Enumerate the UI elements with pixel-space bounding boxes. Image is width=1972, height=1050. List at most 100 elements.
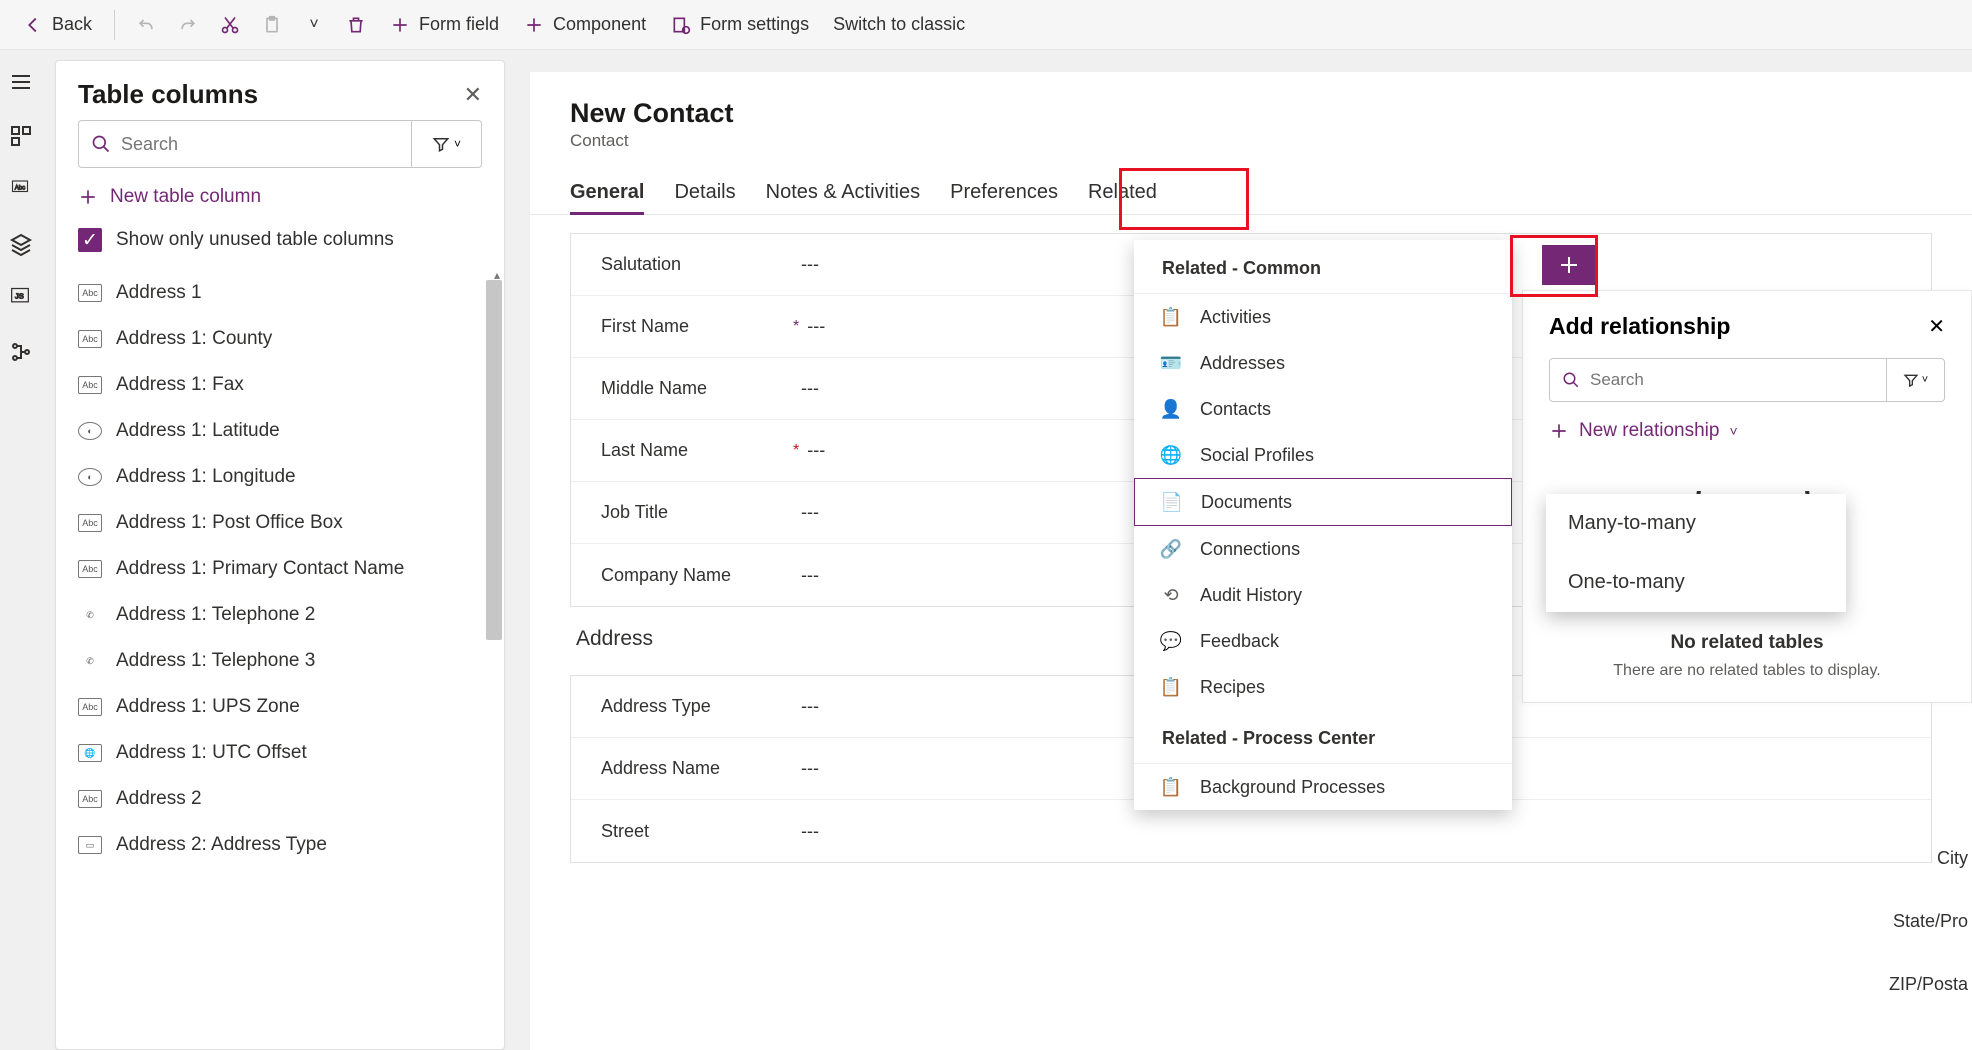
table-column-item[interactable]: AbcAddress 2 <box>56 776 504 822</box>
column-item-label: Address 1 <box>116 282 202 304</box>
redo-icon[interactable] <box>177 14 199 36</box>
new-table-column-button[interactable]: New table column <box>56 168 504 218</box>
column-item-label: Address 2 <box>116 788 202 810</box>
search-icon <box>1562 371 1580 389</box>
field-label: Address Name <box>601 758 801 779</box>
form-field-button[interactable]: Form field <box>377 8 511 42</box>
new-relationship-button[interactable]: New relationship ˅ <box>1549 420 1945 442</box>
text-field-icon[interactable]: Abc <box>9 178 33 202</box>
menu-item-label: Background Processes <box>1200 777 1385 798</box>
form-field-label: Form field <box>419 14 499 35</box>
table-column-item[interactable]: AbcAddress 1: Primary Contact Name <box>56 546 504 592</box>
table-column-item[interactable]: AbcAddress 1: Fax <box>56 362 504 408</box>
related-menu-item[interactable]: 📋Recipes <box>1134 664 1512 710</box>
related-menu-item[interactable]: ⟲Audit History <box>1134 572 1512 618</box>
related-menu-item[interactable]: 🔗Connections <box>1134 526 1512 572</box>
switch-classic-button[interactable]: Switch to classic <box>821 8 977 41</box>
new-table-column-label: New table column <box>110 186 261 208</box>
undo-icon[interactable] <box>135 14 157 36</box>
component-button[interactable]: Component <box>511 8 658 42</box>
related-menu-item[interactable]: 👤Contacts <box>1134 386 1512 432</box>
related-menu-item[interactable]: 🌐 Social Profiles <box>1134 432 1512 478</box>
table-columns-panel: Table columns ✕ ˅ New table column ✓ Sho… <box>55 60 505 1050</box>
table-column-item[interactable]: 🌐Address 1: UTC Offset <box>56 730 504 776</box>
left-rail: Abc JS <box>0 50 42 1050</box>
back-label: Back <box>52 14 92 35</box>
tab-general[interactable]: General <box>570 181 644 214</box>
table-column-item[interactable]: AbcAddress 1: Post Office Box <box>56 500 504 546</box>
field-value: --- <box>801 565 819 586</box>
table-filter-button[interactable]: ˅ <box>412 120 482 168</box>
close-icon[interactable]: ✕ <box>1928 314 1945 339</box>
table-search-input[interactable] <box>78 120 412 168</box>
layers-icon[interactable] <box>9 232 33 256</box>
table-column-item[interactable]: AbcAddress 1: County <box>56 316 504 362</box>
table-search-field[interactable] <box>121 134 399 155</box>
table-column-item[interactable]: ◐Address 1: Longitude <box>56 454 504 500</box>
column-item-label: Address 1: Telephone 2 <box>116 604 315 626</box>
menu-item-label: Feedback <box>1200 631 1279 652</box>
table-column-item[interactable]: ✆Address 1: Telephone 2 <box>56 592 504 638</box>
relationship-filter-button[interactable]: ˅ <box>1887 358 1945 402</box>
js-icon[interactable]: JS <box>9 286 33 310</box>
field-label: Middle Name <box>601 378 801 399</box>
table-column-item[interactable]: ▭Address 2: Address Type <box>56 822 504 868</box>
menu-item-label: Social Profiles <box>1200 445 1314 466</box>
related-menu-item[interactable]: 📋Background Processes <box>1134 764 1512 810</box>
filter-icon <box>432 135 450 153</box>
field-label-city: City <box>1889 848 1968 869</box>
close-icon[interactable]: ✕ <box>464 82 482 108</box>
chevron-down-icon[interactable]: ˅ <box>303 14 325 36</box>
field-value: --- <box>807 316 825 337</box>
relationship-type-option[interactable]: One-to-many <box>1546 553 1846 612</box>
menu-item-icon: 🌐 <box>1160 444 1182 466</box>
related-menu-item[interactable]: 📄 Documents <box>1134 478 1512 526</box>
table-columns-title: Table columns <box>78 79 258 110</box>
menu-item-icon: 🔗 <box>1160 538 1182 560</box>
related-group-header: Related - Common <box>1134 240 1512 294</box>
hamburger-icon[interactable] <box>9 70 33 94</box>
relationship-search-input[interactable] <box>1549 358 1887 402</box>
paste-icon[interactable] <box>261 14 283 36</box>
related-menu-item[interactable]: 💬Feedback <box>1134 618 1512 664</box>
field-label: First Name <box>601 316 801 337</box>
table-column-item[interactable]: ◐Address 1: Latitude <box>56 408 504 454</box>
field-value: --- <box>801 502 819 523</box>
table-column-item[interactable]: AbcAddress 1 <box>56 270 504 316</box>
field-label: Company Name <box>601 565 801 586</box>
highlight-related-tab <box>1119 168 1249 230</box>
related-menu-item[interactable]: 📋Activities <box>1134 294 1512 340</box>
menu-item-label: Documents <box>1201 492 1292 513</box>
field-label: Job Title <box>601 502 801 523</box>
tree-icon[interactable] <box>9 340 33 364</box>
empty-state-subtitle: There are no related tables to display. <box>1549 662 1945 680</box>
show-unused-checkbox[interactable]: ✓ Show only unused table columns <box>56 218 504 270</box>
column-item-label: Address 1: UTC Offset <box>116 742 307 764</box>
delete-icon[interactable] <box>345 14 367 36</box>
component-label: Component <box>553 14 646 35</box>
add-relationship-title: Add relationship <box>1549 313 1730 340</box>
back-arrow-icon <box>22 14 44 36</box>
relationship-search-field[interactable] <box>1590 370 1874 390</box>
tab-preferences[interactable]: Preferences <box>950 181 1058 214</box>
cut-icon[interactable] <box>219 14 241 36</box>
related-menu-item[interactable]: 🪪Addresses <box>1134 340 1512 386</box>
table-column-item[interactable]: AbcAddress 1: UPS Zone <box>56 684 504 730</box>
menu-item-icon: 📄 <box>1161 491 1183 513</box>
menu-item-label: Activities <box>1200 307 1271 328</box>
related-group-header: Related - Process Center <box>1134 710 1512 764</box>
back-button[interactable]: Back <box>10 8 104 42</box>
components-icon[interactable] <box>9 124 33 148</box>
form-settings-button[interactable]: Form settings <box>658 8 821 42</box>
tab-notes-activities[interactable]: Notes & Activities <box>766 181 921 214</box>
relationship-type-dropdown: Many-to-manyOne-to-many <box>1546 494 1846 612</box>
relationship-type-option[interactable]: Many-to-many <box>1546 494 1846 553</box>
field-label: Salutation <box>601 254 801 275</box>
tab-details[interactable]: Details <box>674 181 735 214</box>
top-toolbar: Back ˅ Form field Component Form setting… <box>0 0 1972 50</box>
empty-state-title: No related tables <box>1549 632 1945 654</box>
scrollbar-thumb[interactable] <box>486 280 502 640</box>
related-dropdown-menu: Related - Common📋Activities🪪Addresses👤Co… <box>1134 240 1512 810</box>
table-column-item[interactable]: ✆Address 1: Telephone 3 <box>56 638 504 684</box>
column-item-label: Address 1: County <box>116 328 272 350</box>
